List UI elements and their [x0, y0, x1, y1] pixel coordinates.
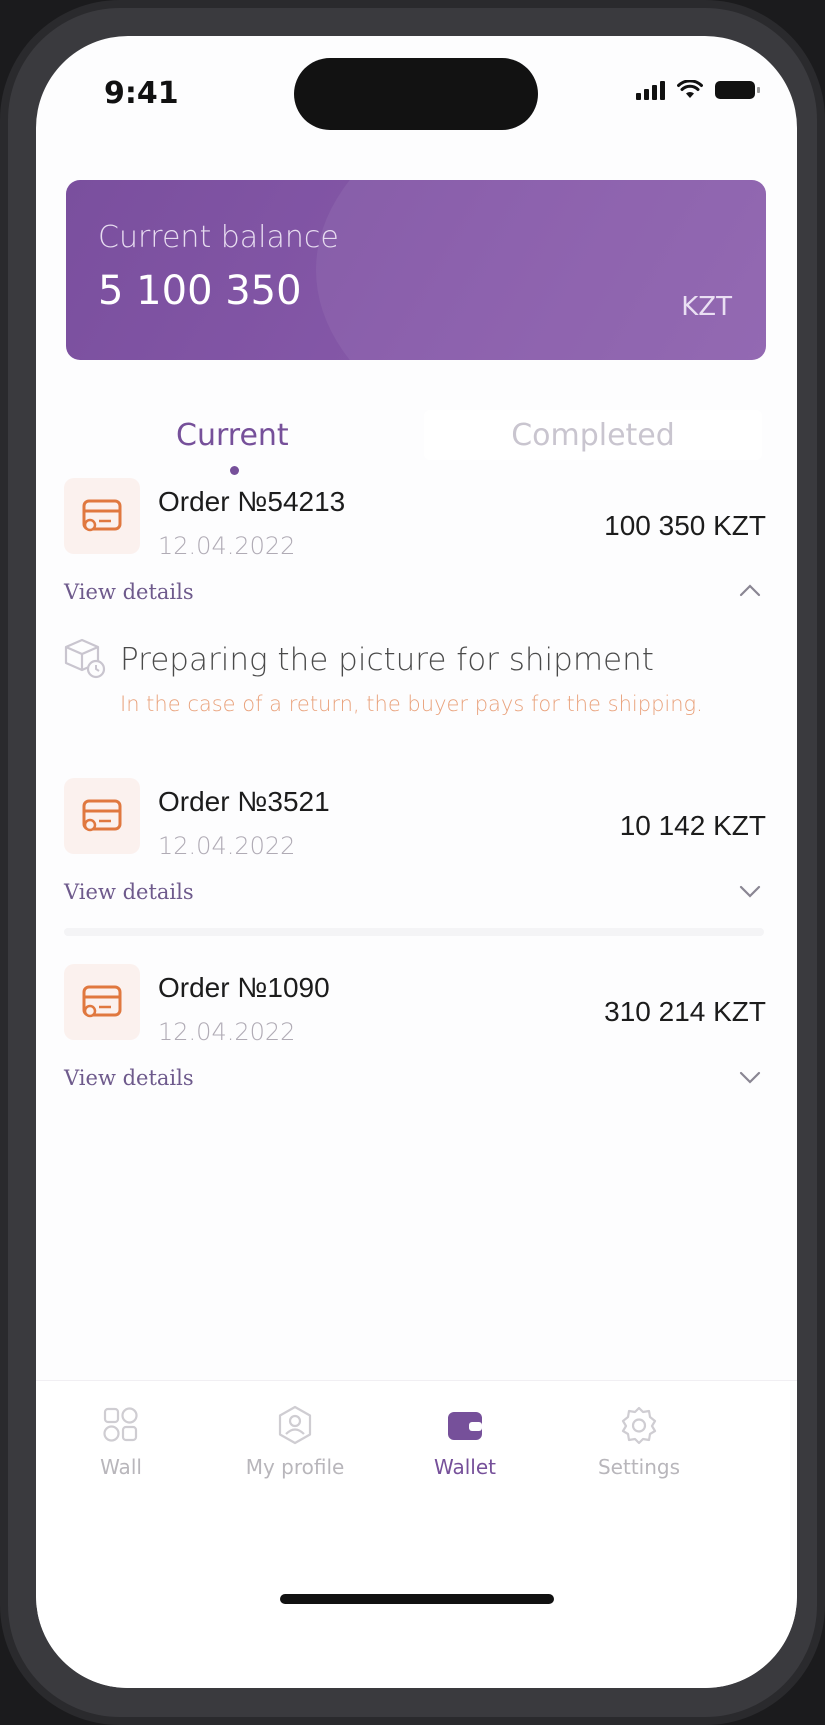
package-icon: [64, 638, 106, 679]
chevron-down-icon[interactable]: [737, 878, 763, 904]
shipment-status-note: In the case of a return, the buyer pays …: [120, 692, 703, 716]
nav-label: My profile: [245, 1455, 345, 1479]
order-amount: 10 142 KZT: [619, 810, 766, 841]
nav-item-settings[interactable]: Settings: [564, 1403, 714, 1479]
wallet-icon: [448, 1412, 482, 1440]
nav-item-my-profile[interactable]: My profile: [220, 1403, 370, 1479]
balance-card: Current balance 5 100 350 KZT: [66, 180, 766, 360]
order-amount: 310 214 KZT: [604, 996, 766, 1027]
gear-icon: [621, 1406, 657, 1445]
order-card-icon: [64, 478, 140, 554]
view-details-link[interactable]: View details: [64, 880, 194, 904]
order-amount: 100 350 KZT: [604, 510, 766, 541]
balance-label: Current balance: [98, 220, 339, 255]
active-tab-indicator: [230, 466, 239, 475]
nav-label: Wall: [100, 1455, 142, 1479]
grid-icon: [103, 1407, 138, 1442]
balance-currency: KZT: [681, 292, 732, 322]
balance-amount: 5 100 350: [98, 268, 302, 314]
screen: 9:41 Current balance 5 100 350 KZT Curre…: [36, 36, 797, 1688]
status-icons: [636, 80, 760, 100]
order-title: Order №3521: [158, 786, 330, 817]
nav-label: Settings: [597, 1455, 681, 1479]
shipment-status-title: Preparing the picture for shipment: [120, 642, 654, 678]
wifi-icon: [677, 80, 703, 98]
tab-current[interactable]: Current: [176, 418, 289, 453]
nav-item-wall[interactable]: Wall: [46, 1403, 196, 1479]
order-title: Order №1090: [158, 972, 330, 1003]
nav-item-wallet[interactable]: Wallet: [390, 1403, 540, 1479]
order-title: Order №54213: [158, 486, 346, 517]
battery-icon: [715, 81, 760, 99]
cellular-signal-icon: [636, 80, 665, 100]
order-divider: [64, 928, 764, 936]
tab-completed[interactable]: Completed: [424, 410, 762, 460]
view-details-link[interactable]: View details: [64, 1066, 194, 1090]
view-details-link[interactable]: View details: [64, 580, 194, 604]
order-date: 12.04.2022: [158, 1018, 296, 1046]
status-time: 9:41: [104, 76, 179, 111]
order-card-icon: [64, 778, 140, 854]
chevron-down-icon[interactable]: [737, 1064, 763, 1090]
order-date: 12.04.2022: [158, 532, 296, 560]
nav-label: Wallet: [433, 1455, 496, 1479]
tab-completed-label: Completed: [511, 418, 675, 453]
home-indicator[interactable]: [280, 1594, 554, 1604]
profile-icon: [278, 1405, 312, 1445]
bottom-navigation: Wall My profile Wallet Settings: [36, 1380, 797, 1688]
order-card-icon: [64, 964, 140, 1040]
order-date: 12.04.2022: [158, 832, 296, 860]
dynamic-island: [294, 58, 538, 130]
chevron-up-icon[interactable]: [737, 578, 763, 604]
